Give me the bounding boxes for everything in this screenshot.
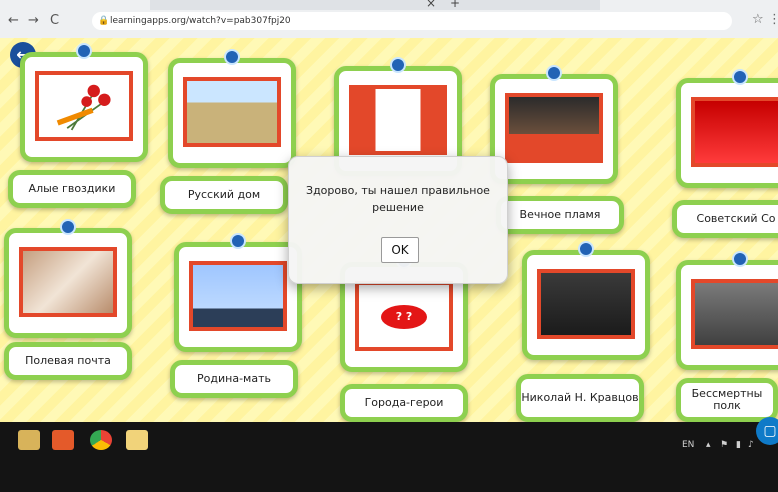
file-explorer-icon[interactable] [18, 430, 40, 450]
new-tab-icon[interactable]: + [450, 0, 460, 10]
star-illustration [353, 89, 443, 151]
card-photo [183, 77, 281, 147]
label-eternal-flame[interactable]: Вечное пламя [496, 196, 624, 234]
label-field-post[interactable]: Полевая почта [4, 342, 132, 380]
ok-button[interactable]: OK [381, 237, 419, 263]
cities-collage: ? ? [359, 285, 449, 347]
card-immortal-regiment[interactable] [676, 251, 778, 370]
back-arrow-icon[interactable]: ← [8, 13, 19, 28]
card-photo [349, 85, 447, 155]
media-player-icon[interactable] [52, 430, 74, 450]
language-indicator[interactable]: EN [682, 440, 694, 450]
volume-icon[interactable]: ♪ [748, 440, 754, 450]
card-motherland[interactable] [174, 233, 302, 352]
flame-illustration [509, 97, 599, 159]
card-soviet[interactable] [676, 69, 778, 188]
pin-icon [546, 65, 562, 81]
url-text: learningapps.org/watch?v=pab307fpj20 [110, 16, 291, 26]
card-eternal-flame[interactable] [490, 65, 618, 184]
menu-icon[interactable]: ⋮ [768, 12, 778, 27]
card-photo [19, 247, 117, 317]
folder-icon[interactable] [126, 430, 148, 450]
taskbar: EN ▴ ⚑ ▮ ♪ [0, 422, 778, 492]
browser-chrome: × + ← → C 🔒 learningapps.org/watch?v=pab… [0, 0, 778, 39]
card-carnations[interactable] [20, 43, 148, 162]
label-nikolai[interactable]: Николай Н. Кравцов [516, 374, 644, 422]
forward-arrow-icon[interactable]: → [28, 13, 39, 28]
pin-icon [230, 233, 246, 249]
pin-icon [60, 219, 76, 235]
chat-icon[interactable]: ▢ [756, 417, 778, 445]
network-icon[interactable]: ▮ [736, 440, 741, 450]
cities-badge: ? ? [381, 305, 427, 329]
pin-icon [732, 251, 748, 267]
letter-illustration [23, 251, 113, 313]
portrait-photo [541, 273, 631, 335]
label-hero-cities[interactable]: Города-герои [340, 384, 468, 422]
label-motherland[interactable]: Родина-мать [170, 360, 298, 398]
soviet-illustration [695, 101, 778, 163]
label-immortal-regiment[interactable]: Бессмертны полк [676, 378, 778, 422]
label-russian-house[interactable]: Русский дом [160, 176, 288, 214]
statue-illustration [193, 265, 283, 327]
bookmark-star-icon[interactable]: ☆ [752, 12, 764, 27]
card-photo: ? ? [355, 281, 453, 351]
label-carnations[interactable]: Алые гвоздики [8, 170, 136, 208]
dialog-message: Здорово, ты нашел правильное решение [306, 184, 490, 214]
card-photo [537, 269, 635, 339]
card-photo [505, 93, 603, 163]
lock-icon: 🔒 [98, 16, 110, 26]
pin-icon [224, 49, 240, 65]
flag-icon[interactable]: ⚑ [720, 440, 728, 450]
tray-up-icon[interactable]: ▴ [706, 440, 711, 450]
crowd-photo [695, 283, 778, 345]
pin-icon [578, 241, 594, 257]
success-dialog: Здорово, ты нашел правильное решение OK [288, 156, 508, 284]
card-russian-house[interactable] [168, 49, 296, 168]
card-photo [691, 97, 778, 167]
building-illustration [187, 81, 277, 143]
label-soviet[interactable]: Советский Со [672, 200, 778, 238]
chrome-icon[interactable] [90, 430, 112, 450]
learningapps-canvas: ← Алые гвоздики Русский дом [0, 38, 778, 422]
tab-strip: × + [150, 0, 600, 10]
pin-icon [732, 69, 748, 85]
card-nikolai[interactable] [522, 241, 650, 360]
tab-close-icon[interactable]: × [426, 0, 436, 10]
card-photo [35, 71, 133, 141]
card-photo [691, 279, 778, 349]
address-bar[interactable]: 🔒 learningapps.org/watch?v=pab307fpj20 [92, 12, 732, 30]
pin-icon [390, 57, 406, 73]
card-photo [189, 261, 287, 331]
reload-icon[interactable]: C [50, 13, 59, 28]
pin-icon [76, 43, 92, 59]
carnation-illustration [39, 75, 129, 137]
card-field-post[interactable] [4, 219, 132, 338]
